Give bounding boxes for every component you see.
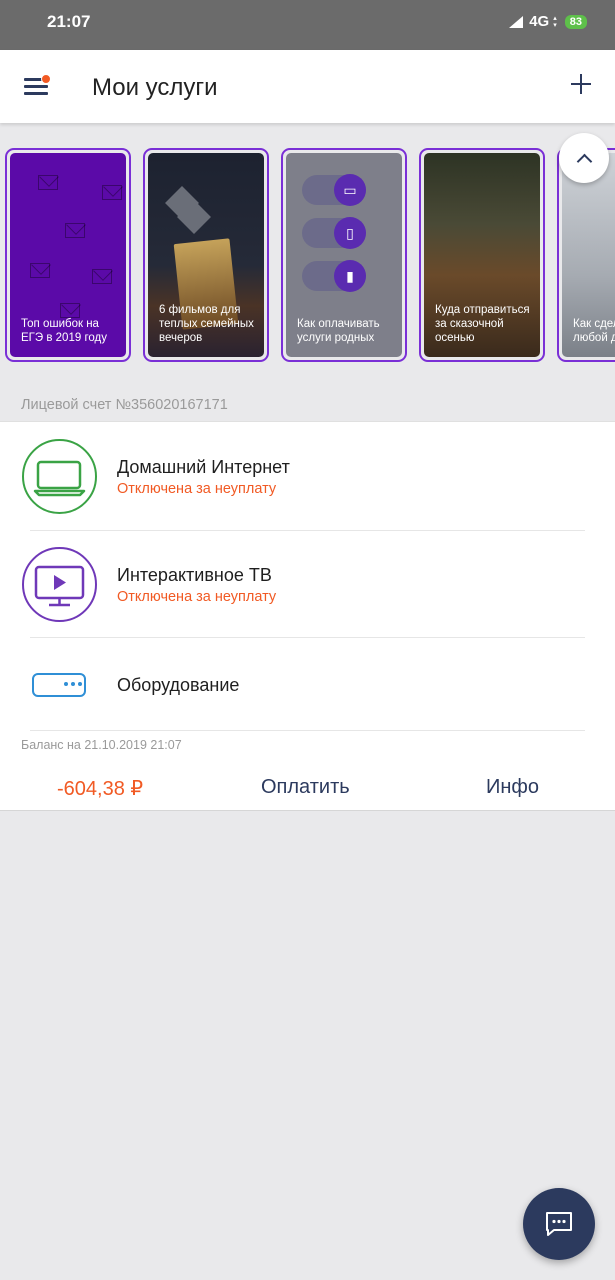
status-bar: 21:07 4G ▴ ▾ 83: [0, 0, 615, 50]
hamburger-icon-line: [24, 85, 48, 88]
story-caption: Как оплачивать услуги родных: [297, 318, 380, 344]
chat-icon: [546, 1212, 572, 1236]
toggle-pill: ▯: [302, 217, 366, 249]
story-caption: Топ ошибок на ЕГЭ в 2019 году: [21, 318, 107, 344]
menu-button[interactable]: [22, 72, 52, 100]
status-time: 21:07: [47, 12, 91, 31]
account-number: Лицевой счет №356020167171: [21, 397, 228, 413]
envelope-icon: [92, 269, 112, 284]
chevron-up-icon: [576, 153, 592, 169]
envelope-icon: [30, 263, 50, 278]
divider: [30, 730, 585, 731]
story-caption: 6 фильмов для теплых семейных вечеров: [159, 304, 254, 344]
collapse-stories-button[interactable]: [559, 133, 609, 183]
page-title: Мои услуги: [92, 74, 218, 101]
chat-button[interactable]: [523, 1188, 595, 1260]
toggle-pill: ▭: [302, 174, 366, 206]
stories-carousel[interactable]: Топ ошибок на ЕГЭ в 2019 году 6 фильмов …: [0, 145, 615, 367]
status-icons: 4G ▴ ▾ 83: [509, 13, 587, 30]
laptop-icon: [22, 439, 97, 514]
phone-icon: ▮: [334, 260, 366, 292]
add-service-button[interactable]: [565, 68, 597, 100]
service-name: Домашний Интернет: [117, 457, 290, 477]
services-card: Домашний Интернет Отключена за неуплату …: [0, 421, 615, 811]
balance-amount: -604,38 ₽: [57, 778, 144, 800]
hamburger-icon-line: [24, 92, 48, 95]
tv-icon: [22, 547, 97, 622]
story-caption: Куда отправиться за сказочной осенью: [435, 304, 530, 344]
toggle-pill: ▮: [302, 260, 366, 292]
envelope-icon: [65, 223, 85, 238]
service-status: Отключена за неуплату: [117, 589, 277, 605]
service-name: Интерактивное ТВ: [117, 565, 272, 585]
book-icon: ▯: [334, 217, 366, 249]
envelope-icon: [60, 303, 80, 318]
router-icon: [32, 673, 86, 697]
service-item-internet[interactable]: Домашний Интернет Отключена за неуплату: [0, 422, 615, 530]
story-card[interactable]: ▭ ▯ ▮ Как оплачивать услуги родных: [281, 148, 407, 362]
network-type: 4G: [529, 13, 550, 30]
notification-dot: [41, 74, 51, 84]
data-activity-icon: ▴ ▾: [553, 14, 557, 29]
pay-button[interactable]: Оплатить: [261, 776, 350, 799]
story-card[interactable]: Топ ошибок на ЕГЭ в 2019 году: [5, 148, 131, 362]
story-card[interactable]: Куда отправиться за сказочной осенью: [419, 148, 545, 362]
service-item-equipment[interactable]: Оборудование: [0, 638, 615, 730]
balance-date: Баланс на 21.10.2019 21:07: [21, 738, 182, 752]
battery-indicator: 83: [564, 14, 587, 29]
info-button[interactable]: Инфо: [486, 776, 539, 799]
story-card[interactable]: 6 фильмов для теплых семейных вечеров: [143, 148, 269, 362]
service-item-tv[interactable]: Интерактивное ТВ Отключена за неуплату: [0, 531, 615, 637]
story-caption: Как сделать любой дом умным: [573, 318, 615, 344]
service-name: Оборудование: [117, 675, 240, 695]
envelope-icon: [102, 185, 122, 200]
signal-icon: [509, 15, 524, 28]
tv-icon: ▭: [334, 174, 366, 206]
app-bar: Мои услуги: [0, 50, 615, 123]
service-status: Отключена за неуплату: [117, 481, 277, 497]
envelope-icon: [38, 175, 58, 190]
